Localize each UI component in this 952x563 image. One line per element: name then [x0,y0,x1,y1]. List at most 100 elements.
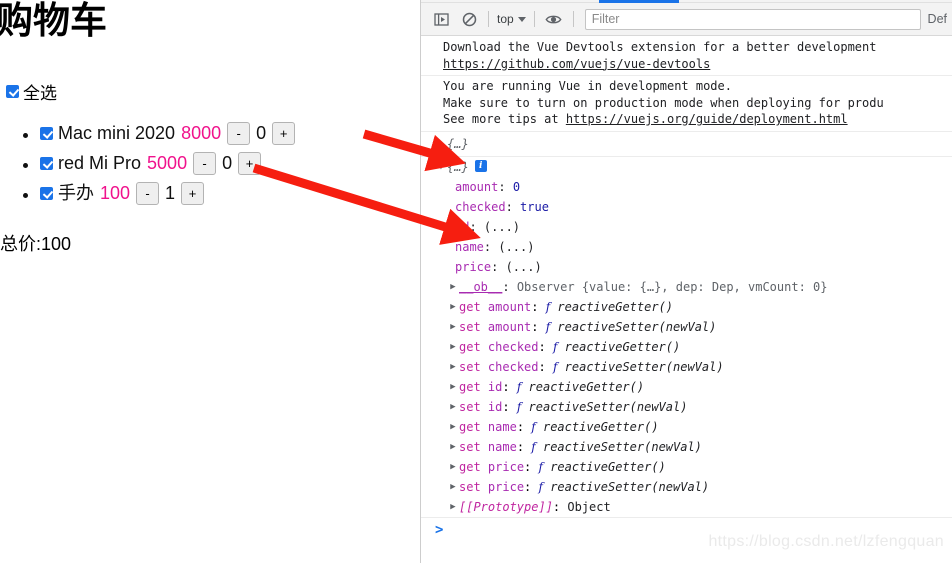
expand-triangle-icon[interactable]: ▶ [447,497,459,517]
expand-triangle-icon[interactable]: ▶ [447,397,459,417]
decrement-button[interactable]: - [193,151,217,175]
function-signature: reactiveGetter() [528,379,645,394]
console-prompt[interactable]: > [421,516,952,538]
item-checkbox[interactable] [40,126,53,140]
item-name: red Mi Pro [58,153,142,173]
select-all-row[interactable]: 全选 [6,79,57,104]
accessor-row[interactable]: ▶ get name: f reactiveGetter() [421,417,952,437]
prototype-key: [[Prototype]] [459,499,553,514]
property-separator: : [491,259,506,274]
accessor-row[interactable]: ▶ set checked: f reactiveSetter(newVal) [421,357,952,377]
object-property-row[interactable]: price: (...) [421,257,952,277]
accessor-space [481,377,488,397]
accessor-row[interactable]: ▶ set amount: f reactiveSetter(newVal) [421,317,952,337]
expanded-object-row[interactable]: ▼ {…} i [421,157,952,177]
accessor-space [481,357,488,377]
accessor-kind: set [459,319,481,334]
accessor-row[interactable]: ▶ set price: f reactiveSetter(newVal) [421,477,952,497]
property-key: price [455,259,492,274]
property-key: checked [487,339,539,354]
expand-triangle-icon[interactable]: ▶ [447,437,459,457]
property-value[interactable]: (...) [484,217,520,237]
toolbar-divider [533,11,535,27]
decrement-button[interactable]: - [136,181,160,205]
accessor-kind: get [459,459,481,474]
function-signature: reactiveSetter(newVal) [542,439,702,454]
fn-space [536,417,543,437]
fn-space [550,317,557,337]
property-separator: : [502,279,517,294]
expand-triangle-icon[interactable]: ▶ [447,377,459,397]
property-key: name [455,239,484,254]
expand-triangle-icon[interactable]: ▶ [447,457,459,477]
accessor-row[interactable]: ▶ get amount: f reactiveGetter() [421,297,952,317]
list-item: red Mi Pro 5000 - 0 + [40,149,301,177]
info-icon[interactable]: i [474,159,487,172]
accessor-row[interactable]: ▶ get price: f reactiveGetter() [421,457,952,477]
expand-triangle-icon[interactable]: ▶ [447,277,459,297]
accessor-kind: set [459,439,481,454]
prototype-row[interactable]: ▶ [[Prototype]]: Object [421,497,952,517]
expand-triangle-icon[interactable]: ▶ [447,357,459,377]
increment-button[interactable]: + [238,151,262,175]
object-property-row: amount: 0 [421,177,952,197]
accessor-row[interactable]: ▶ get id: f reactiveGetter() [421,377,952,397]
function-signature: reactiveGetter() [550,459,666,474]
fn-space [543,457,550,477]
accessor-row[interactable]: ▶ get checked: f reactiveGetter() [421,337,952,357]
expand-triangle-icon[interactable]: ▶ [447,417,459,437]
function-signature: reactiveSetter(newVal) [528,399,688,414]
sidebar-toggle-icon[interactable] [427,6,455,32]
fn-space [557,337,564,357]
property-value: true [520,199,549,214]
accessor-row[interactable]: ▶ set name: f reactiveSetter(newVal) [421,437,952,457]
property-key: amount [487,319,532,334]
item-checkbox[interactable] [40,186,53,200]
expand-triangle-icon[interactable]: ▶ [447,337,459,357]
page-title: 购物车 [0,0,107,41]
expand-triangle-icon[interactable]: ▶ [447,477,459,497]
property-separator: : [502,399,517,414]
property-separator: : [538,339,553,354]
object-property-row[interactable]: id: (...) [421,217,952,237]
increment-button[interactable]: + [181,181,205,205]
accessor-row[interactable]: ▶ set id: f reactiveSetter(newVal) [421,397,952,417]
filter-input[interactable] [584,8,921,30]
item-price: 5000 [147,153,188,173]
fn-space [521,377,528,397]
item-checkbox[interactable] [40,156,53,170]
collapse-triangle-icon[interactable]: ▼ [435,157,447,177]
log-levels-dropdown[interactable]: Def [928,12,947,26]
property-value[interactable]: (...) [498,237,534,257]
select-all-checkbox[interactable] [6,85,19,98]
property-separator: : [531,319,546,334]
expand-triangle-icon[interactable]: ▶ [435,134,447,154]
tips-prefix: See more tips at [443,112,566,126]
prototype-value: Object [567,499,611,514]
toolbar-divider [488,11,489,27]
observer-property-row[interactable]: ▶ __ob__: Observer {value: {…}, dep: Dep,… [421,277,952,297]
fn-space [521,397,528,417]
clear-console-icon[interactable] [455,6,483,32]
accessor-kind: get [459,419,481,434]
item-name: Mac mini 2020 [58,123,176,143]
fn-space [550,297,557,317]
expand-triangle-icon[interactable]: ▶ [447,317,459,337]
decrement-button[interactable]: - [227,121,251,145]
vue-devtools-link[interactable]: https://github.com/vuejs/vue-devtools [443,57,710,71]
item-quantity: 0 [222,153,233,173]
live-expression-icon[interactable] [540,6,568,32]
console-message: Download the Vue Devtools extension for … [421,37,952,76]
collapsed-object-row[interactable]: ▶ {…} [421,132,952,157]
increment-button[interactable]: + [272,121,296,145]
context-selector[interactable]: top [494,10,529,28]
vue-deployment-link[interactable]: https://vuejs.org/guide/deployment.html [566,112,848,126]
function-signature: reactiveSetter(newVal) [557,319,717,334]
property-separator: : [524,459,539,474]
object-property-row[interactable]: name: (...) [421,237,952,257]
object-preview: {…} [447,136,469,151]
property-value[interactable]: (...) [506,257,542,277]
console-message-link[interactable]: https://github.com/vuejs/vue-devtools [421,56,952,73]
expand-triangle-icon[interactable]: ▶ [447,297,459,317]
property-key: amount [487,299,532,314]
